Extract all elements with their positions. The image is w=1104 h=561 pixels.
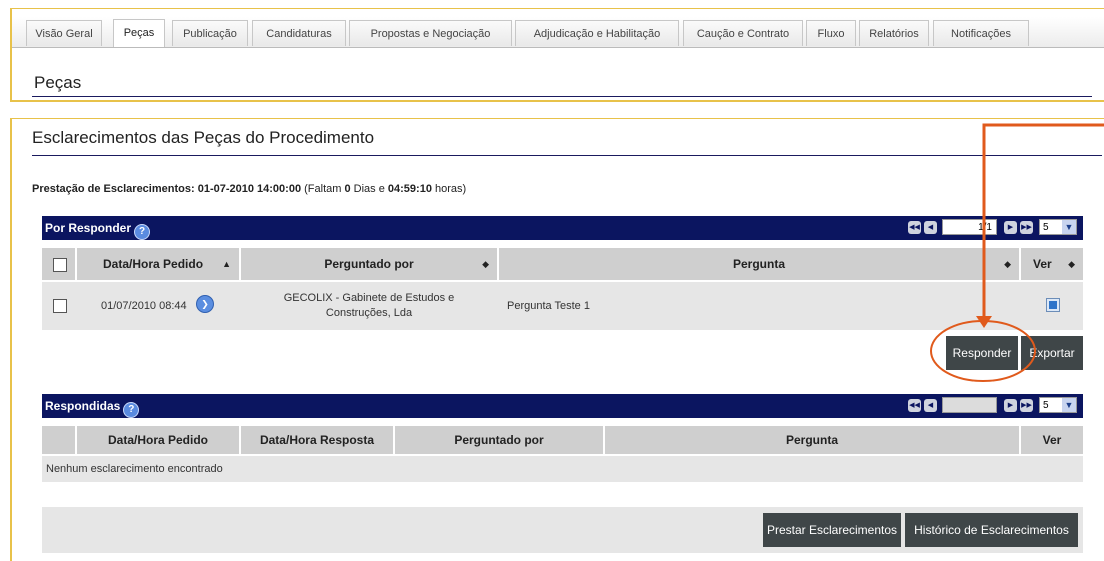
annotation-overlay: [930, 123, 1104, 382]
annotation-arrow: [982, 123, 1104, 318]
highlight-circle: [930, 320, 1036, 382]
